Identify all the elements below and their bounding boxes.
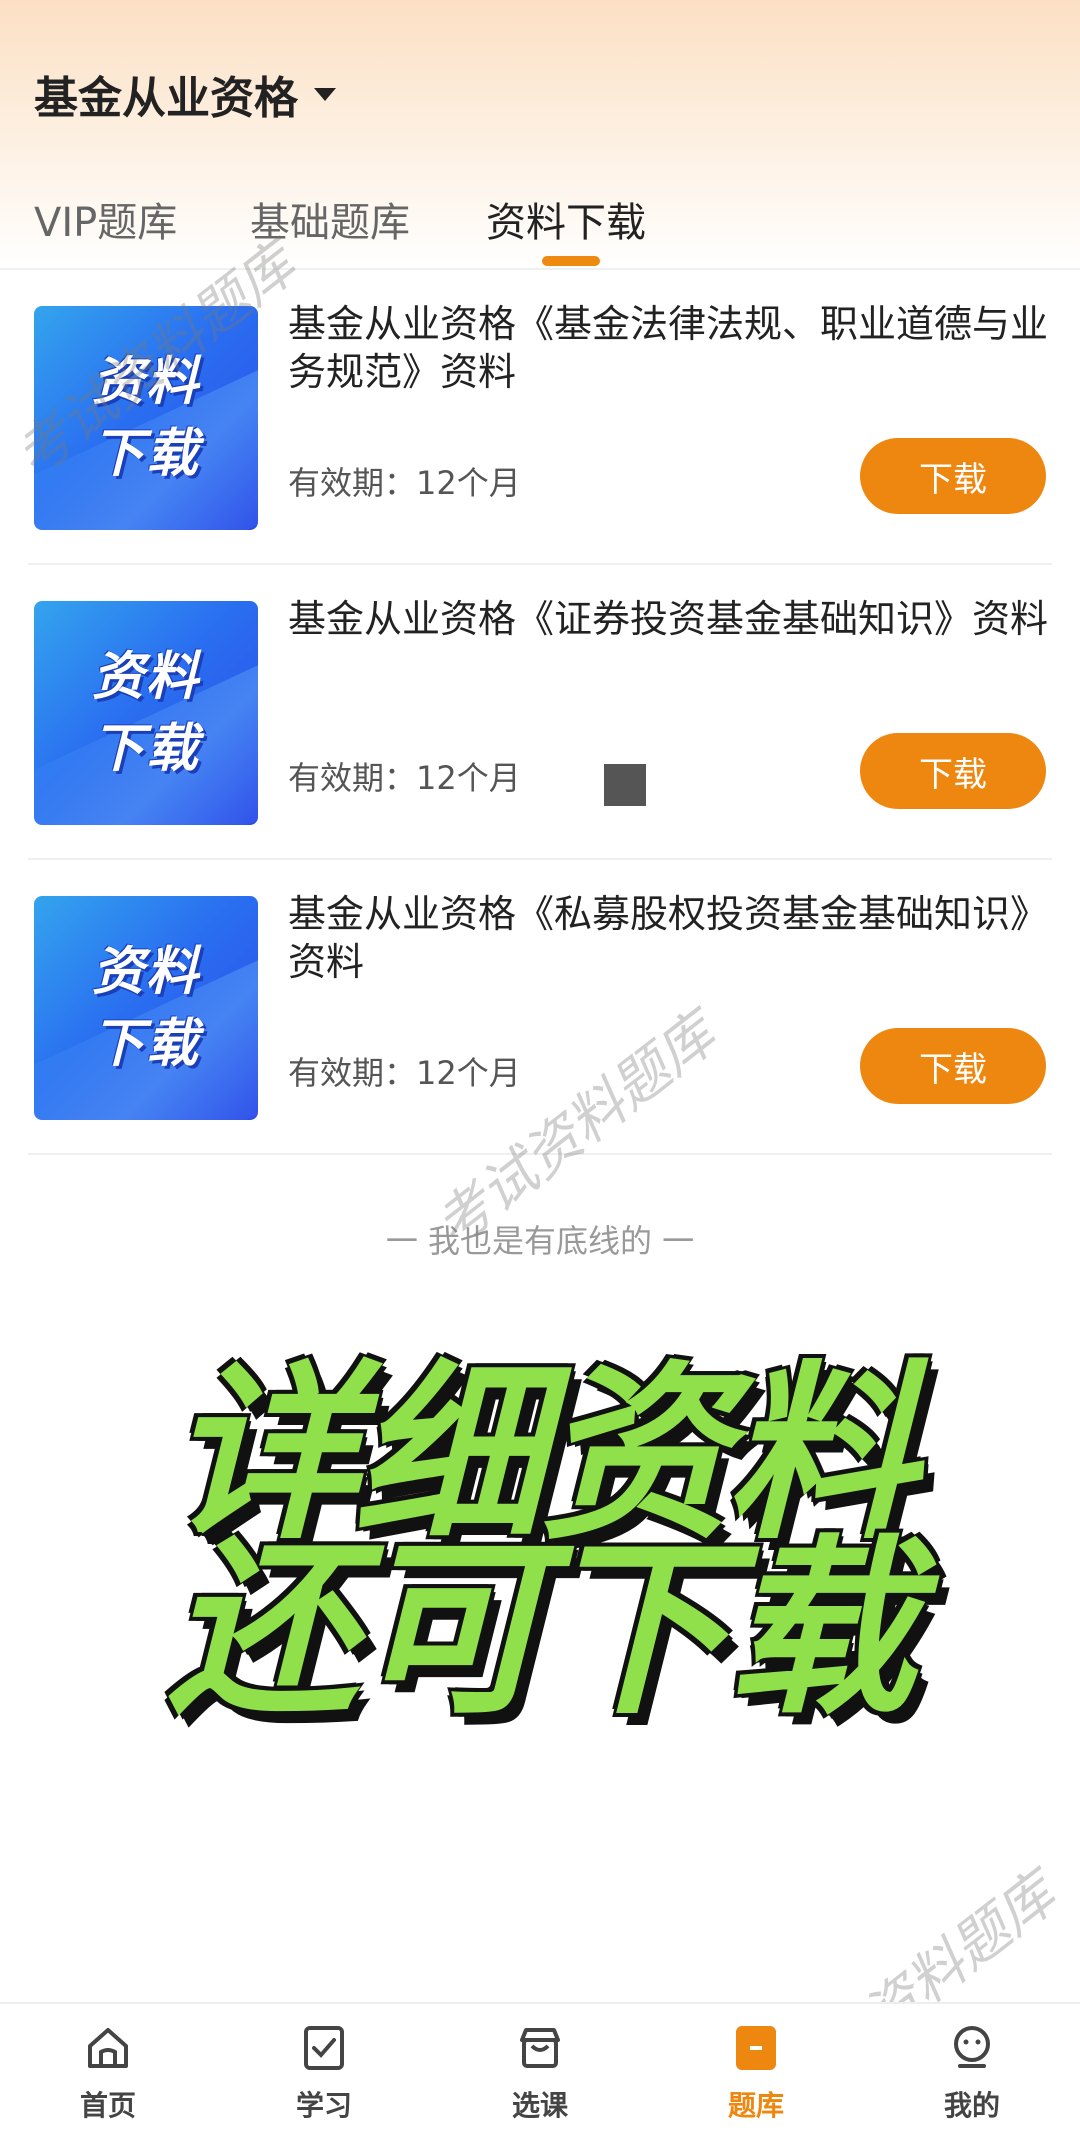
- validity-text: 有效期：12个月: [288, 759, 521, 797]
- redaction-block: [604, 764, 646, 806]
- nav-label: 我的: [943, 2089, 1000, 2122]
- validity-text: 有效期：12个月: [288, 1054, 521, 1092]
- nav-study[interactable]: 学习: [264, 2022, 384, 2124]
- end-of-list-note: 一 我也是有底线的 一: [385, 1222, 695, 1260]
- download-button[interactable]: 下载: [860, 438, 1046, 514]
- promo-text-line2: 还可下载: [167, 1519, 916, 1740]
- profile-icon: [954, 2026, 990, 2068]
- thumbnail-text: 下载: [91, 424, 200, 484]
- divider: [28, 1153, 1052, 1155]
- material-thumbnail[interactable]: 资料 下载: [34, 306, 258, 530]
- material-thumbnail[interactable]: 资料 下载: [34, 601, 258, 825]
- nav-label: 首页: [79, 2089, 136, 2122]
- question-bank-icon: [736, 2026, 776, 2070]
- course-icon: [520, 2028, 560, 2068]
- list-item: 资料 下载 基金从业资格《证券投资基金基础知识》资料 有效期：12个月 下载: [0, 565, 1080, 860]
- material-title[interactable]: 基金从业资格《私募股权投资基金基础知识》资料: [288, 890, 1058, 986]
- nav-label: 题库: [727, 2089, 784, 2122]
- nav-label: 学习: [295, 2089, 352, 2122]
- material-title[interactable]: 基金从业资格《证券投资基金基础知识》资料: [288, 595, 1058, 643]
- tab-basic-bank[interactable]: 基础题库: [250, 190, 410, 248]
- nav-course[interactable]: 选课: [480, 2022, 600, 2124]
- study-icon: [304, 2026, 344, 2070]
- tab-vip-bank[interactable]: VIP题库: [34, 190, 177, 248]
- tab-bar: VIP题库 基础题库 资料下载: [0, 180, 1080, 270]
- validity-text: 有效期：12个月: [288, 464, 521, 502]
- header: 基金从业资格 VIP题库 基础题库 资料下载: [0, 0, 1080, 270]
- material-list: 资料 下载 基金从业资格《基金法律法规、职业道德与业务规范》资料 有效期：12个…: [0, 270, 1080, 1155]
- bottom-nav: 首页 学习 选课 题库 我的: [0, 2002, 1080, 2138]
- thumbnail-text: 资料: [91, 942, 200, 1002]
- exam-name: 基金从业资格: [34, 73, 298, 124]
- list-item: 资料 下载 基金从业资格《私募股权投资基金基础知识》资料 有效期：12个月 下载: [0, 860, 1080, 1155]
- material-thumbnail[interactable]: 资料 下载: [34, 896, 258, 1120]
- thumbnail-text: 下载: [91, 719, 200, 779]
- list-item: 资料 下载 基金从业资格《基金法律法规、职业道德与业务规范》资料 有效期：12个…: [0, 270, 1080, 565]
- thumbnail-text: 资料: [91, 352, 200, 412]
- tab-downloads[interactable]: 资料下载: [486, 190, 646, 248]
- nav-label: 选课: [511, 2089, 568, 2122]
- material-title[interactable]: 基金从业资格《基金法律法规、职业道德与业务规范》资料: [288, 300, 1058, 396]
- download-button[interactable]: 下载: [860, 1028, 1046, 1104]
- promo-banner: 详细资料 还可下载: [0, 1300, 1080, 1740]
- exam-selector[interactable]: 基金从业资格: [34, 62, 336, 126]
- thumbnail-text: 下载: [91, 1014, 200, 1074]
- caret-down-icon: [314, 87, 336, 101]
- download-button[interactable]: 下载: [860, 733, 1046, 809]
- home-icon: [88, 2028, 128, 2068]
- nav-question-bank[interactable]: 题库: [696, 2022, 816, 2124]
- thumbnail-text: 资料: [91, 647, 200, 707]
- nav-profile[interactable]: 我的: [912, 2022, 1032, 2124]
- nav-home[interactable]: 首页: [48, 2022, 168, 2124]
- active-tab-indicator: [542, 256, 600, 266]
